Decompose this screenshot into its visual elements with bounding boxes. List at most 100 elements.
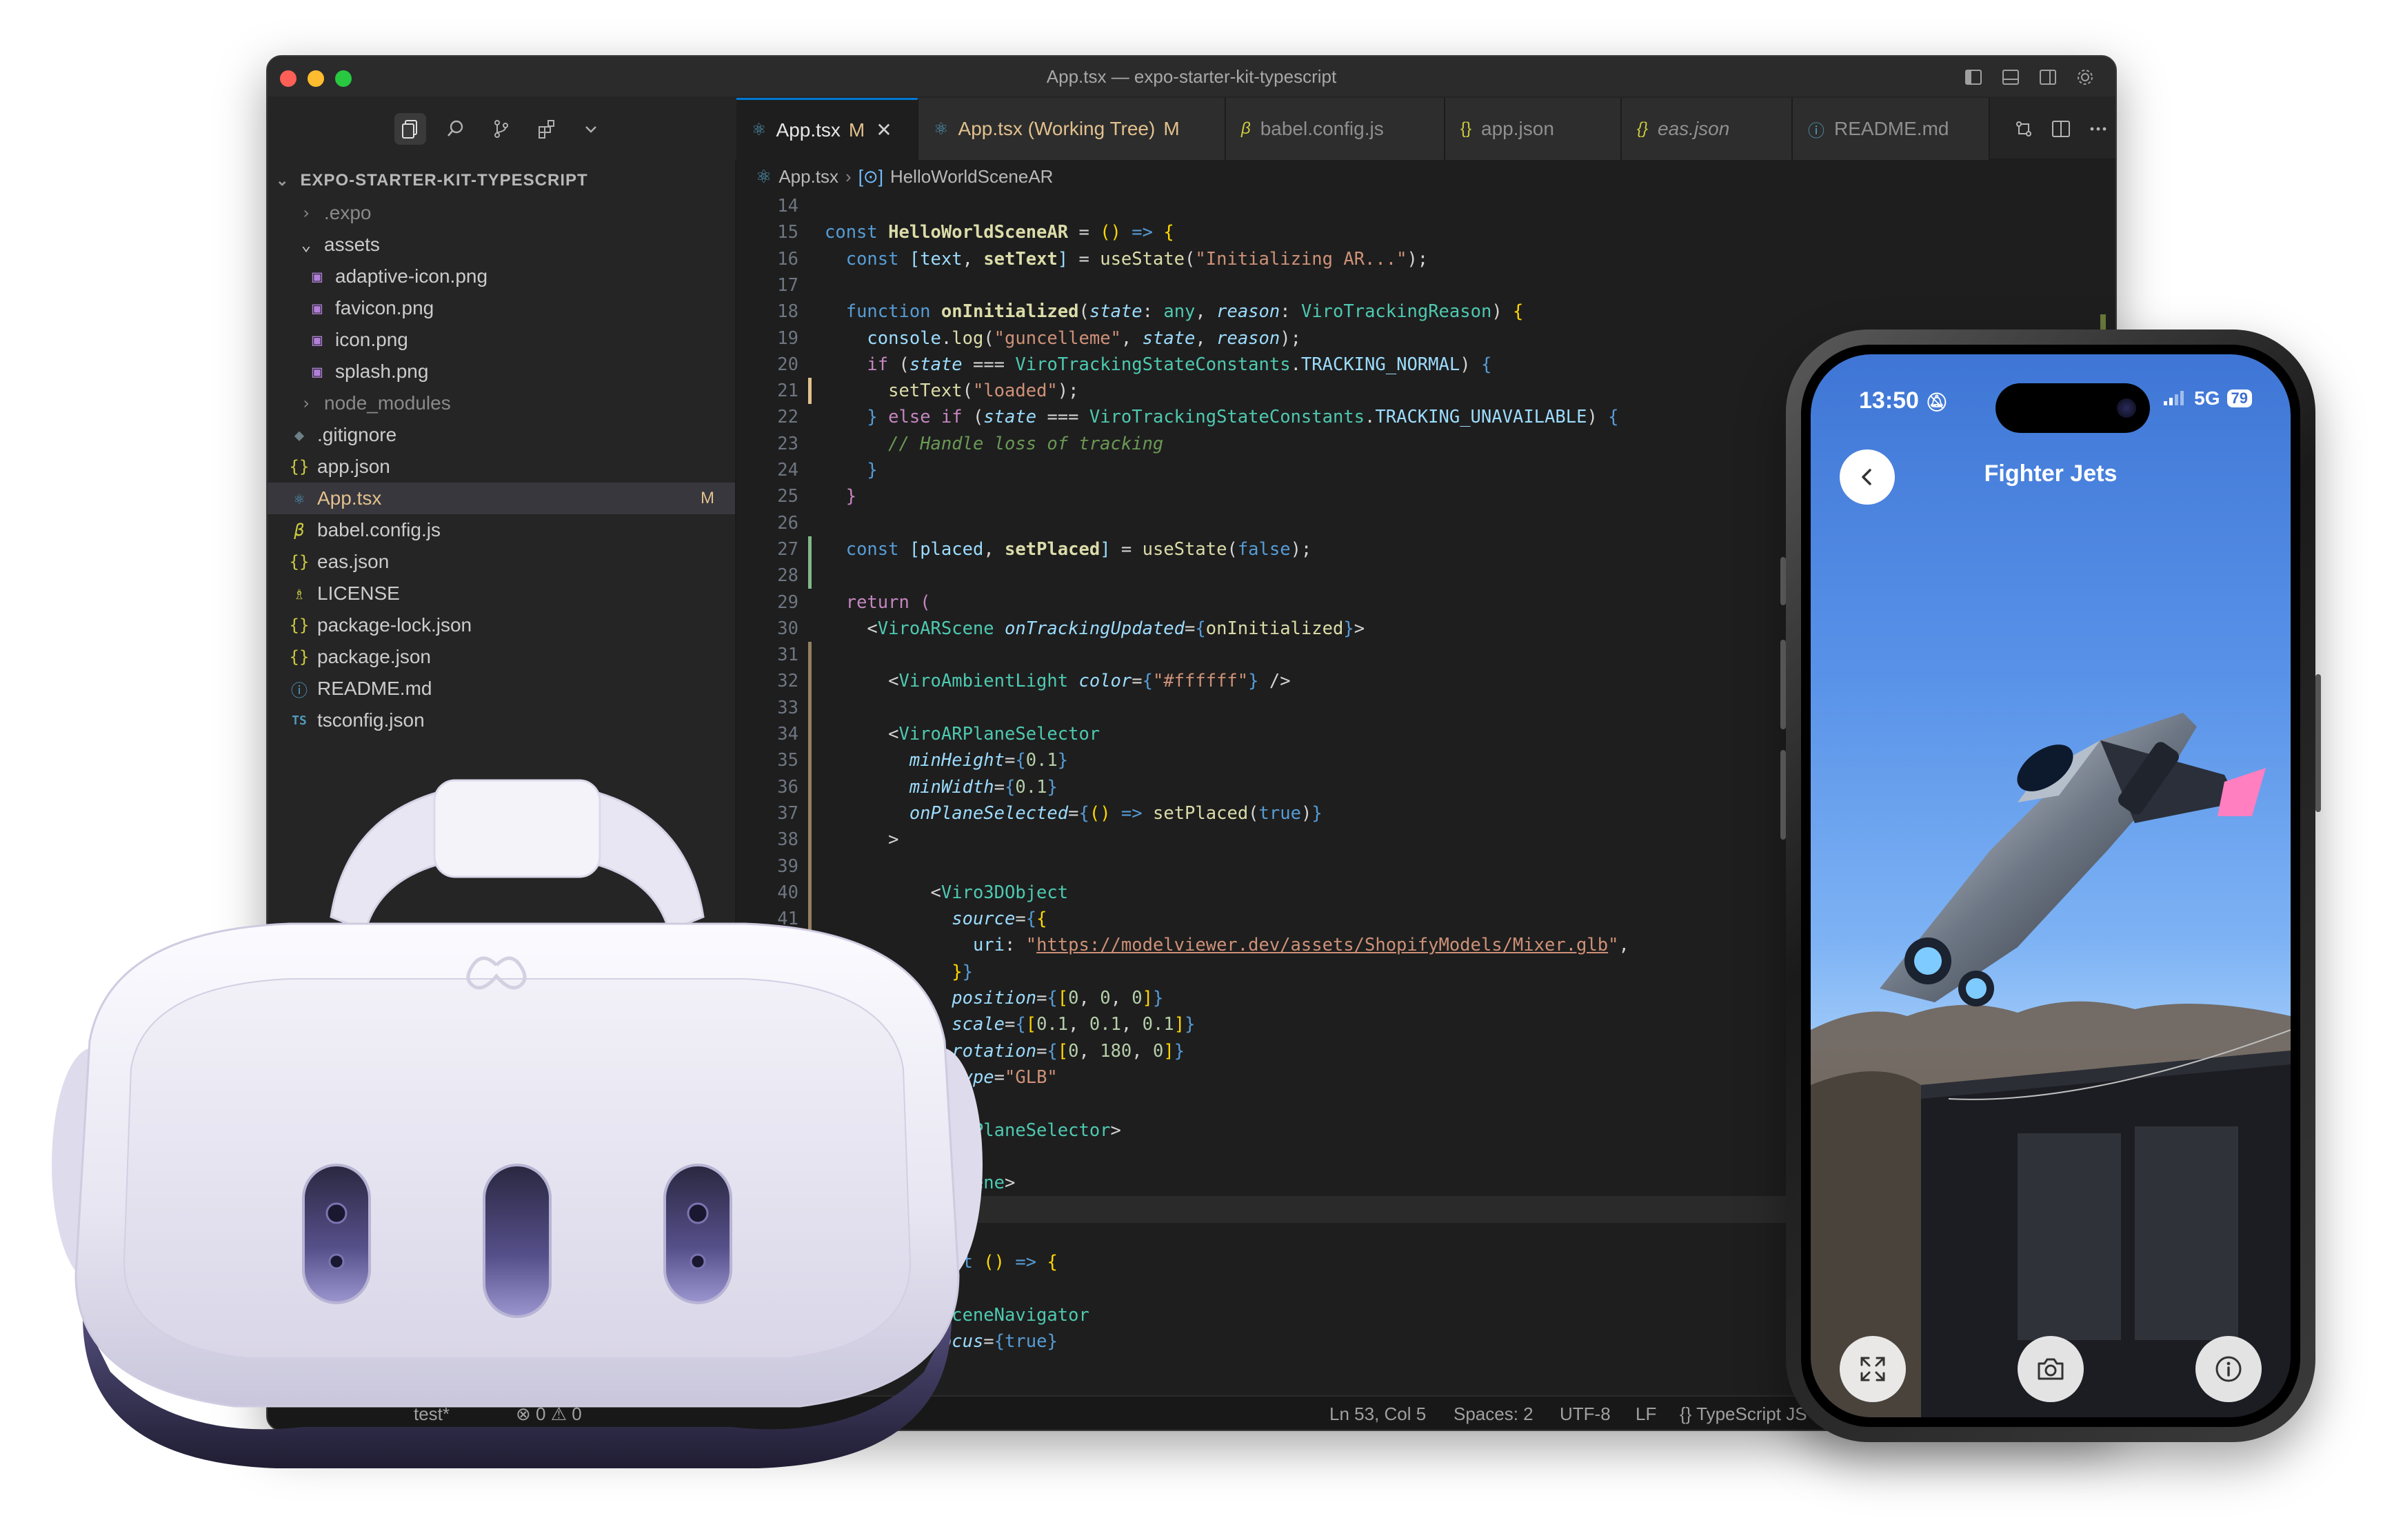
code-line: 14 [777, 196, 798, 216]
tree-folder-assets[interactable]: ⌄ assets [268, 229, 735, 261]
tree-item-label: App.tsx [317, 487, 382, 509]
tab-app-tsx[interactable]: ⚛ App.tsx M ✕ [736, 98, 918, 160]
code-line: 17 [777, 274, 798, 296]
chevron-down-icon: ⌄ [276, 172, 290, 189]
gutter-modified-marker [808, 378, 812, 404]
battery-level: 79 [2226, 389, 2252, 407]
react-file-icon: ⚛ [294, 489, 305, 508]
babel-file-icon: β [1241, 119, 1251, 138]
tree-file-favicon[interactable]: ▣ favicon.png [268, 292, 735, 324]
more-actions-icon[interactable] [2088, 119, 2109, 143]
tree-item-label: adaptive-icon.png [335, 265, 488, 287]
indentation-status[interactable]: Spaces: 2 [1454, 1404, 1534, 1425]
signal-icon [2164, 391, 2184, 405]
phone-bezel: 13:50 🔕︎ 5G 79 Fighter Jets [1801, 345, 2300, 1427]
modified-badge: M [1163, 118, 1180, 139]
tree-folder-expo[interactable]: › .expo [268, 197, 735, 229]
info-button[interactable] [2195, 1336, 2262, 1402]
tree-file-license[interactable]: ♗ LICENSE [268, 578, 735, 609]
close-tab-icon[interactable]: ✕ [876, 119, 892, 141]
screen-title: Fighter Jets [1984, 460, 2118, 487]
open-changes-icon[interactable] [2013, 119, 2034, 143]
language-status[interactable]: {} TypeScript JS [1680, 1404, 1807, 1425]
action-button [1780, 557, 1786, 605]
tree-file-app-tsx[interactable]: ⚛ App.tsx M [268, 483, 735, 514]
react-file-icon: ⚛ [934, 119, 949, 139]
code-line: 15 const HelloWorldSceneAR = () => { [777, 222, 1174, 243]
tree-folder-node-modules[interactable]: › node_modules [268, 387, 735, 419]
chevron-down-icon: ⌄ [301, 235, 312, 254]
tree-item-label: package.json [317, 646, 432, 667]
title-bar: App.tsx — expo-starter-kit-typescript [268, 57, 2115, 98]
activity-bar [268, 98, 736, 160]
tree-file-readme[interactable]: ⓘ README.md [268, 673, 735, 705]
toggle-sidebar-icon[interactable] [1962, 66, 1984, 88]
eol-status[interactable]: LF [1636, 1404, 1656, 1425]
tree-file-babel-config[interactable]: β babel.config.js [268, 514, 735, 546]
info-icon [2215, 1356, 2242, 1382]
toggle-secondary-sidebar-icon[interactable] [2037, 66, 2059, 88]
tab-app-json[interactable]: {} app.json [1445, 98, 1622, 160]
toggle-panel-icon[interactable] [2000, 66, 2022, 88]
gutter-added-marker [808, 536, 812, 589]
language-mode: TypeScript JS [1696, 1404, 1807, 1424]
json-file-icon: {} [289, 552, 310, 571]
split-editor-icon[interactable] [2051, 119, 2071, 143]
extensions-icon[interactable] [531, 113, 563, 145]
tab-babel-config[interactable]: β babel.config.js [1226, 98, 1445, 160]
image-file-icon: ▣ [312, 298, 323, 318]
json-file-icon: {} [289, 616, 310, 635]
fullscreen-button[interactable] [1840, 1336, 1906, 1402]
fighter-jet-model [1880, 713, 2266, 1006]
image-file-icon: ▣ [312, 267, 323, 286]
tree-item-label: splash.png [335, 361, 429, 382]
tree-file-package-lock[interactable]: {} package-lock.json [268, 609, 735, 641]
tree-file-package-json[interactable]: {} package.json [268, 641, 735, 673]
symbol-icon: [⊙] [858, 165, 883, 187]
breadcrumb-file[interactable]: App.tsx [778, 166, 838, 188]
breadcrumb-symbol[interactable]: HelloWorldSceneAR [890, 166, 1054, 188]
tab-label: babel.config.js [1260, 118, 1384, 139]
code-line: 18 function onInitialized(state: any, re… [777, 301, 1524, 323]
tree-item-label: app.json [317, 456, 390, 477]
status-right: 5G 79 [2162, 387, 2252, 409]
explorer-root-folder[interactable]: ⌄ EXPO-STARTER-KIT-TYPESCRIPT [276, 165, 588, 196]
source-control-icon[interactable] [485, 113, 517, 145]
tree-file-tsconfig[interactable]: TS tsconfig.json [268, 705, 735, 736]
tab-readme[interactable]: ⓘ README.md [1793, 98, 1990, 160]
tree-file-app-json[interactable]: {} app.json [268, 451, 735, 483]
image-file-icon: ▣ [312, 362, 323, 381]
breadcrumb: ⚛ App.tsx › [⊙] HelloWorldSceneAR [736, 160, 2115, 193]
tab-app-tsx-working-tree[interactable]: ⚛ App.tsx (Working Tree) M [918, 98, 1226, 160]
volume-down-button [1780, 750, 1786, 840]
chevron-down-icon[interactable] [575, 113, 607, 145]
babel-file-icon: β [294, 520, 305, 540]
tree-item-label: package-lock.json [317, 614, 472, 636]
encoding-status[interactable]: UTF-8 [1560, 1404, 1611, 1425]
tree-file-eas-json[interactable]: {} eas.json [268, 546, 735, 578]
phone-device: 13:50 🔕︎ 5G 79 Fighter Jets [1780, 330, 2321, 1442]
json-file-icon: {} [1460, 119, 1472, 138]
volume-up-button [1780, 640, 1786, 729]
settings-gear-icon[interactable] [2074, 66, 2096, 88]
chevron-right-icon: › [301, 394, 312, 413]
tab-label: App.tsx (Working Tree) [958, 118, 1156, 139]
tab-label: app.json [1481, 118, 1554, 139]
power-button [2315, 674, 2321, 812]
tree-item-label: babel.config.js [317, 519, 441, 540]
tree-file-adaptive-icon[interactable]: ▣ adaptive-icon.png [268, 261, 735, 292]
tree-file-gitignore[interactable]: ◆ .gitignore [268, 419, 735, 451]
tree-file-splash[interactable]: ▣ splash.png [268, 356, 735, 387]
cursor-position-status[interactable]: Ln 53, Col 5 [1329, 1404, 1426, 1425]
capture-photo-button[interactable] [2018, 1336, 2084, 1402]
tree-item-label: node_modules [324, 392, 451, 414]
code-line: 16 const [text, setText] = useState("Ini… [777, 248, 1429, 270]
modified-badge: M [848, 119, 865, 141]
tab-label: eas.json [1658, 118, 1730, 139]
tab-eas-json[interactable]: {} eas.json [1622, 98, 1793, 160]
tree-file-icon[interactable]: ▣ icon.png [268, 324, 735, 356]
search-icon[interactable] [440, 113, 472, 145]
explorer-files-icon[interactable] [394, 113, 426, 145]
json-file-icon: {} [1637, 119, 1649, 138]
tab-label: README.md [1834, 118, 1949, 139]
